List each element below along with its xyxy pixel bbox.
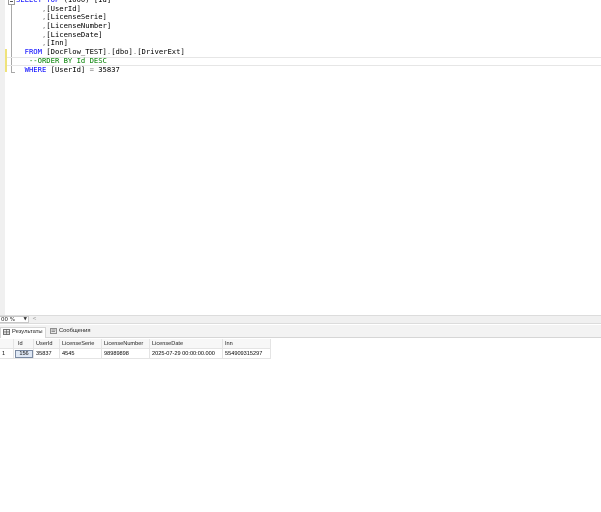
sql-token: [UserId] — [46, 64, 90, 74]
cell-licensedate[interactable]: 2025-07-29 00:00:00.000 — [150, 349, 223, 359]
cell-id[interactable]: 156 — [14, 349, 34, 359]
tab-messages[interactable]: Сообщения — [48, 327, 98, 338]
zoom-select[interactable]: 00 % ▼ — [0, 316, 29, 323]
cell-licensenumber[interactable]: 98989898 — [102, 349, 150, 359]
sql-token: [Inn] — [46, 38, 68, 48]
chevron-down-icon[interactable]: ▼ — [24, 317, 27, 323]
zoom-value: 00 % — [1, 317, 15, 323]
column-header-licenseserie[interactable]: LicenseSerie — [60, 339, 102, 349]
column-header-userid[interactable]: UserId — [34, 339, 60, 349]
tab-messages-label: Сообщения — [59, 328, 91, 334]
sql-token: [LicenseDate] — [46, 29, 103, 39]
query-editor[interactable]: SELECT TOP (1000) [Id] ,[UserId] ,[Licen… — [0, 0, 601, 315]
sql-token: [UserId] — [46, 3, 81, 13]
code-line[interactable]: WHERE [UserId] = 35837 — [16, 64, 185, 75]
editor-gutter — [0, 0, 5, 315]
selected-cell[interactable]: 156 — [15, 350, 33, 358]
column-header-licensenumber[interactable]: LicenseNumber — [102, 339, 150, 349]
sql-token: [LicenseSerie] — [46, 12, 107, 22]
row-number[interactable]: 1 — [0, 349, 14, 359]
column-header-inn[interactable]: Inn — [223, 339, 271, 349]
column-header-id[interactable]: Id — [14, 339, 34, 349]
sql-code[interactable]: SELECT TOP (1000) [Id] ,[UserId] ,[Licen… — [16, 0, 185, 74]
grid-icon — [3, 329, 10, 335]
tab-results[interactable]: Результаты — [0, 327, 46, 338]
sql-token: [dbo] — [111, 47, 133, 57]
outline-end — [11, 72, 15, 73]
messages-icon — [50, 328, 57, 334]
sql-token: [LicenseNumber] — [46, 21, 112, 31]
cell-licenseserie[interactable]: 4545 — [60, 349, 102, 359]
cell-userid[interactable]: 35837 — [34, 349, 60, 359]
sql-keyword: FROM — [24, 47, 42, 57]
results-tabbar: Результаты Сообщения — [0, 325, 601, 338]
sql-token: [DriverExt] — [137, 47, 185, 57]
sql-token: [DocFlow_TEST] — [41, 47, 107, 57]
row-number-header[interactable] — [0, 339, 14, 349]
tab-results-label: Результаты — [12, 329, 43, 335]
cell-inn[interactable]: 554909315297 — [223, 349, 271, 359]
column-header-licensedate[interactable]: LicenseDate — [150, 339, 223, 349]
scroll-left-arrow[interactable]: < — [31, 316, 38, 323]
sql-comment: --ORDER BY Id DESC — [28, 55, 107, 65]
sql-token: 35837 — [93, 64, 120, 74]
sql-keyword: WHERE — [24, 64, 47, 74]
editor-status-strip: 00 % ▼ < — [0, 315, 601, 324]
